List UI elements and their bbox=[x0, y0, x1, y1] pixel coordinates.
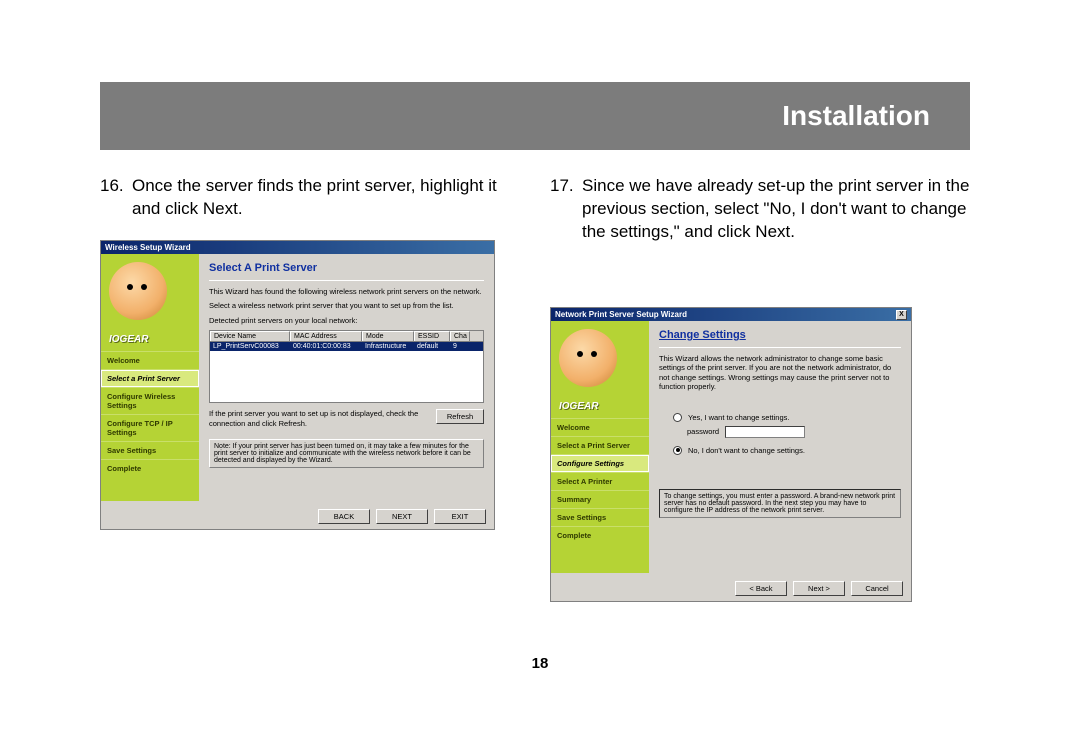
left-column: 16. Once the server finds the print serv… bbox=[100, 175, 520, 264]
header-bar: Installation bbox=[100, 82, 970, 150]
mascot-icon bbox=[559, 329, 617, 387]
pane-title: Select A Print Server bbox=[209, 262, 484, 274]
back-button[interactable]: < Back bbox=[735, 581, 787, 596]
password-row: password bbox=[687, 426, 901, 438]
table-row[interactable]: LP_PrintServC00083 00:40:01:C0:00:83 Inf… bbox=[210, 342, 483, 351]
refresh-row: If the print server you want to set up i… bbox=[209, 409, 484, 433]
nav-welcome[interactable]: Welcome bbox=[101, 351, 199, 369]
titlebar: Wireless Setup Wizard bbox=[101, 241, 494, 254]
dialog-body: IOGEAR Welcome Select a Print Server Con… bbox=[101, 254, 494, 501]
next-button[interactable]: Next > bbox=[793, 581, 845, 596]
close-icon[interactable]: X bbox=[896, 310, 907, 320]
nav-complete[interactable]: Complete bbox=[101, 459, 199, 477]
exit-button[interactable]: EXIT bbox=[434, 509, 486, 524]
nav-summary[interactable]: Summary bbox=[551, 490, 649, 508]
window-title: Network Print Server Setup Wizard bbox=[555, 310, 687, 319]
nav-complete[interactable]: Complete bbox=[551, 526, 649, 544]
network-wizard-dialog: Network Print Server Setup Wizard X IOGE… bbox=[550, 307, 912, 602]
cell-name: LP_PrintServC00083 bbox=[210, 342, 290, 351]
nav-save-settings[interactable]: Save Settings bbox=[101, 441, 199, 459]
password-input[interactable] bbox=[725, 426, 805, 438]
page-number: 18 bbox=[0, 655, 1080, 672]
step-body: Once the server finds the print server, … bbox=[132, 175, 520, 221]
note-box: Note: If your print server has just been… bbox=[209, 439, 484, 468]
nav-config-tcpip[interactable]: Configure TCP / IP Settings bbox=[101, 414, 199, 441]
change-desc: This Wizard allows the network administr… bbox=[659, 354, 901, 392]
wizard-sidebar: IOGEAR Welcome Select a Print Server Con… bbox=[101, 254, 199, 501]
nav-configure-settings[interactable]: Configure Settings bbox=[551, 454, 649, 472]
col-device-name[interactable]: Device Name bbox=[210, 331, 290, 341]
step-body: Since we have already set-up the print s… bbox=[582, 175, 970, 244]
col-mode[interactable]: Mode bbox=[362, 331, 414, 341]
refresh-desc: If the print server you want to set up i… bbox=[209, 409, 428, 428]
radio-no-label: No, I don't want to change settings. bbox=[688, 446, 805, 455]
step-17: 17. Since we have already set-up the pri… bbox=[550, 175, 970, 244]
cell-ch: 9 bbox=[450, 342, 470, 351]
nav-welcome[interactable]: Welcome bbox=[551, 418, 649, 436]
right-column: 17. Since we have already set-up the pri… bbox=[550, 175, 970, 264]
back-button[interactable]: BACK bbox=[318, 509, 370, 524]
brand-logo: IOGEAR bbox=[109, 334, 199, 345]
titlebar: Network Print Server Setup Wizard X bbox=[551, 308, 911, 321]
footer-buttons: < Back Next > Cancel bbox=[735, 581, 903, 596]
detected-label: Detected print servers on your local net… bbox=[209, 316, 484, 325]
col-essid[interactable]: ESSID bbox=[414, 331, 450, 341]
window-title: Wireless Setup Wizard bbox=[105, 243, 191, 252]
brand-logo: IOGEAR bbox=[559, 401, 649, 412]
step-number: 16. bbox=[100, 175, 132, 221]
wireless-wizard-dialog: Wireless Setup Wizard IOGEAR Welcome Sel… bbox=[100, 240, 495, 530]
radio-no-row[interactable]: No, I don't want to change settings. bbox=[673, 446, 901, 455]
desc-1: This Wizard has found the following wire… bbox=[209, 287, 484, 296]
nav-config-wireless[interactable]: Configure Wireless Settings bbox=[101, 387, 199, 414]
cell-essid: default bbox=[414, 342, 450, 351]
col-mac[interactable]: MAC Address bbox=[290, 331, 362, 341]
step-16: 16. Once the server finds the print serv… bbox=[100, 175, 520, 221]
radio-yes[interactable] bbox=[673, 413, 682, 422]
nav-select-print-server[interactable]: Select a Print Server bbox=[551, 436, 649, 454]
page-title: Installation bbox=[782, 100, 930, 132]
radio-yes-label: Yes, I want to change settings. bbox=[688, 413, 789, 422]
cell-mac: 00:40:01:C0:00:83 bbox=[290, 342, 362, 351]
cancel-button[interactable]: Cancel bbox=[851, 581, 903, 596]
password-label: password bbox=[687, 427, 719, 436]
col-channel[interactable]: Cha bbox=[450, 331, 470, 341]
main-pane: Select A Print Server This Wizard has fo… bbox=[199, 254, 494, 501]
refresh-button[interactable]: Refresh bbox=[436, 409, 484, 424]
cell-mode: Infrastructure bbox=[362, 342, 414, 351]
main-pane: Change Settings This Wizard allows the n… bbox=[649, 321, 911, 573]
pane-title: Change Settings bbox=[659, 329, 901, 341]
nav-save-settings[interactable]: Save Settings bbox=[551, 508, 649, 526]
divider bbox=[659, 347, 901, 348]
step-number: 17. bbox=[550, 175, 582, 244]
wizard-sidebar: IOGEAR Welcome Select a Print Server Con… bbox=[551, 321, 649, 573]
server-list[interactable]: LP_PrintServC00083 00:40:01:C0:00:83 Inf… bbox=[209, 341, 484, 403]
divider bbox=[209, 280, 484, 281]
nav-select-print-server[interactable]: Select a Print Server bbox=[101, 369, 199, 387]
footer-buttons: BACK NEXT EXIT bbox=[318, 509, 486, 524]
mascot-icon bbox=[109, 262, 167, 320]
warning-box: To change settings, you must enter a pas… bbox=[659, 489, 901, 518]
content-row: 16. Once the server finds the print serv… bbox=[100, 175, 970, 264]
list-header: Device Name MAC Address Mode ESSID Cha bbox=[209, 330, 484, 341]
dialog-body: IOGEAR Welcome Select a Print Server Con… bbox=[551, 321, 911, 573]
desc-2: Select a wireless network print server t… bbox=[209, 301, 484, 310]
radio-yes-row[interactable]: Yes, I want to change settings. bbox=[673, 413, 901, 422]
next-button[interactable]: NEXT bbox=[376, 509, 428, 524]
nav-select-printer[interactable]: Select A Printer bbox=[551, 472, 649, 490]
radio-no[interactable] bbox=[673, 446, 682, 455]
